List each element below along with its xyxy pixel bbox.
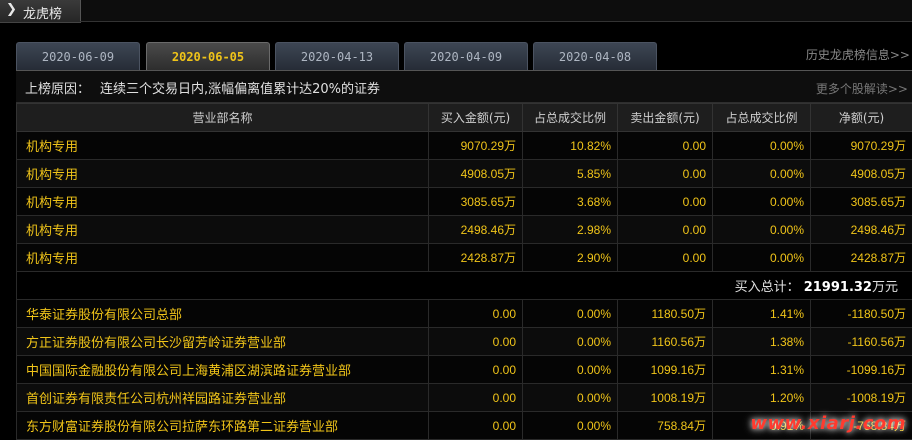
branch-name-cell[interactable]: 首创证券有限责任公司杭州祥园路证券营业部 <box>17 384 429 412</box>
net-amount-cell: 4908.05万 <box>811 160 912 188</box>
tab-date-2[interactable]: 2020-04-13 <box>275 42 399 70</box>
buy-ratio-cell: 2.90% <box>523 244 618 272</box>
chevron-right-icon: ❯ <box>6 2 17 17</box>
buy-ratio-cell: 0.00% <box>523 300 618 328</box>
col-header-branch: 营业部名称 <box>17 104 429 132</box>
net-amount-cell: -1099.16万 <box>811 356 912 384</box>
net-amount-cell: 2498.46万 <box>811 216 912 244</box>
trading-table: 营业部名称 买入金额(元) 占总成交比例 卖出金额(元) 占总成交比例 净额(元… <box>16 103 912 440</box>
more-analysis-link[interactable]: 更多个股解读>> <box>816 80 908 97</box>
buy-amount-cell: 0.00 <box>429 356 523 384</box>
tab-date-4[interactable]: 2020-04-08 <box>533 42 657 70</box>
buy-total-label: 买入总计： <box>735 280 800 295</box>
net-amount-cell: 2428.87万 <box>811 244 912 272</box>
page-title: 龙虎榜 <box>23 3 62 22</box>
buy-amount-cell: 0.00 <box>429 384 523 412</box>
col-header-sell-amount: 卖出金额(元) <box>618 104 713 132</box>
branch-name-cell[interactable]: 东方财富证券股份有限公司拉萨东环路第二证券营业部 <box>17 412 429 440</box>
branch-name-cell[interactable]: 华泰证券股份有限公司总部 <box>17 300 429 328</box>
reason-value: 连续三个交易日内,涨幅偏离值累计达20%的证券 <box>100 78 380 97</box>
branch-name-cell[interactable]: 机构专用 <box>17 132 429 160</box>
branch-name-cell[interactable]: 机构专用 <box>17 244 429 272</box>
sell-amount-cell: 1160.56万 <box>618 328 713 356</box>
buy-amount-cell: 4908.05万 <box>429 160 523 188</box>
tab-date-1[interactable]: 2020-06-05 <box>146 42 270 71</box>
buy-amount-cell: 3085.65万 <box>429 188 523 216</box>
branch-name-cell[interactable]: 机构专用 <box>17 216 429 244</box>
buy-amount-cell: 0.00 <box>429 412 523 440</box>
col-header-buy-amount: 买入金额(元) <box>429 104 523 132</box>
sell-ratio-cell: 0.00% <box>713 244 811 272</box>
sell-ratio-cell: 1.38% <box>713 328 811 356</box>
net-amount-cell: -1008.19万 <box>811 384 912 412</box>
reason-bar: 上榜原因： 连续三个交易日内,涨幅偏离值累计达20%的证券 更多个股解读>> <box>16 70 912 103</box>
branch-name-cell[interactable]: 机构专用 <box>17 160 429 188</box>
col-header-buy-ratio: 占总成交比例 <box>523 104 618 132</box>
buy-ratio-cell: 5.85% <box>523 160 618 188</box>
buy-ratio-cell: 3.68% <box>523 188 618 216</box>
sell-amount-cell: 1099.16万 <box>618 356 713 384</box>
sell-row[interactable]: 方正证券股份有限公司长沙留芳岭证券营业部0.000.00%1160.56万1.3… <box>17 328 912 356</box>
sell-ratio-cell: 1.31% <box>713 356 811 384</box>
buy-row[interactable]: 机构专用9070.29万10.82%0.000.00%9070.29万 <box>17 132 912 160</box>
branch-name-cell[interactable]: 方正证券股份有限公司长沙留芳岭证券营业部 <box>17 328 429 356</box>
net-amount-cell: 3085.65万 <box>811 188 912 216</box>
buy-amount-cell: 2498.46万 <box>429 216 523 244</box>
tab-date-3[interactable]: 2020-04-09 <box>404 42 528 70</box>
buy-amount-cell: 0.00 <box>429 328 523 356</box>
sell-ratio-cell: 0.00% <box>713 160 811 188</box>
buy-total-value: 21991.32 <box>804 280 872 295</box>
sell-ratio-cell: 0.00% <box>713 132 811 160</box>
sell-ratio-cell: 0.00% <box>713 188 811 216</box>
sell-amount-cell: 0.00 <box>618 244 713 272</box>
buy-ratio-cell: 0.00% <box>523 356 618 384</box>
col-header-sell-ratio: 占总成交比例 <box>713 104 811 132</box>
buy-rows: 机构专用9070.29万10.82%0.000.00%9070.29万机构专用4… <box>17 132 912 272</box>
sell-ratio-cell: 1.41% <box>713 300 811 328</box>
buy-amount-cell: 9070.29万 <box>429 132 523 160</box>
sell-row[interactable]: 首创证券有限责任公司杭州祥园路证券营业部0.000.00%1008.19万1.2… <box>17 384 912 412</box>
tab-date-0[interactable]: 2020-06-09 <box>16 42 140 70</box>
buy-ratio-cell: 0.00% <box>523 412 618 440</box>
buy-amount-cell: 2428.87万 <box>429 244 523 272</box>
title-tab[interactable]: ❯ 龙虎榜 <box>0 0 81 23</box>
table-header-row: 营业部名称 买入金额(元) 占总成交比例 卖出金额(元) 占总成交比例 净额(元… <box>17 104 912 132</box>
sell-row[interactable]: 华泰证券股份有限公司总部0.000.00%1180.50万1.41%-1180.… <box>17 300 912 328</box>
watermark: www.xiarj.com <box>750 413 906 434</box>
sell-amount-cell: 0.00 <box>618 132 713 160</box>
buy-ratio-cell: 0.00% <box>523 384 618 412</box>
buy-total-unit: 万元 <box>872 280 898 295</box>
reason-label: 上榜原因： <box>25 78 90 97</box>
buy-ratio-cell: 10.82% <box>523 132 618 160</box>
net-amount-cell: -1180.50万 <box>811 300 912 328</box>
buy-ratio-cell: 0.00% <box>523 328 618 356</box>
sell-ratio-cell: 1.20% <box>713 384 811 412</box>
sell-amount-cell: 758.84万 <box>618 412 713 440</box>
buy-row[interactable]: 机构专用3085.65万3.68%0.000.00%3085.65万 <box>17 188 912 216</box>
buy-row[interactable]: 机构专用2498.46万2.98%0.000.00%2498.46万 <box>17 216 912 244</box>
sell-row[interactable]: 中国国际金融股份有限公司上海黄浦区湖滨路证券营业部0.000.00%1099.1… <box>17 356 912 384</box>
buy-row[interactable]: 机构专用2428.87万2.90%0.000.00%2428.87万 <box>17 244 912 272</box>
net-amount-cell: 9070.29万 <box>811 132 912 160</box>
title-bar: ❯ 龙虎榜 <box>0 0 912 22</box>
sell-amount-cell: 1008.19万 <box>618 384 713 412</box>
sell-amount-cell: 0.00 <box>618 188 713 216</box>
sell-amount-cell: 0.00 <box>618 160 713 188</box>
branch-name-cell[interactable]: 机构专用 <box>17 188 429 216</box>
sell-amount-cell: 1180.50万 <box>618 300 713 328</box>
sell-ratio-cell: 0.00% <box>713 216 811 244</box>
branch-name-cell[interactable]: 中国国际金融股份有限公司上海黄浦区湖滨路证券营业部 <box>17 356 429 384</box>
title-divider <box>80 21 912 22</box>
col-header-net: 净额(元) <box>811 104 912 132</box>
buy-amount-cell: 0.00 <box>429 300 523 328</box>
buy-row[interactable]: 机构专用4908.05万5.85%0.000.00%4908.05万 <box>17 160 912 188</box>
sell-amount-cell: 0.00 <box>618 216 713 244</box>
buy-ratio-cell: 2.98% <box>523 216 618 244</box>
history-link[interactable]: 历史龙虎榜信息>> <box>806 46 910 63</box>
net-amount-cell: -1160.56万 <box>811 328 912 356</box>
buy-total-row: 买入总计： 21991.32万元 <box>17 272 912 300</box>
